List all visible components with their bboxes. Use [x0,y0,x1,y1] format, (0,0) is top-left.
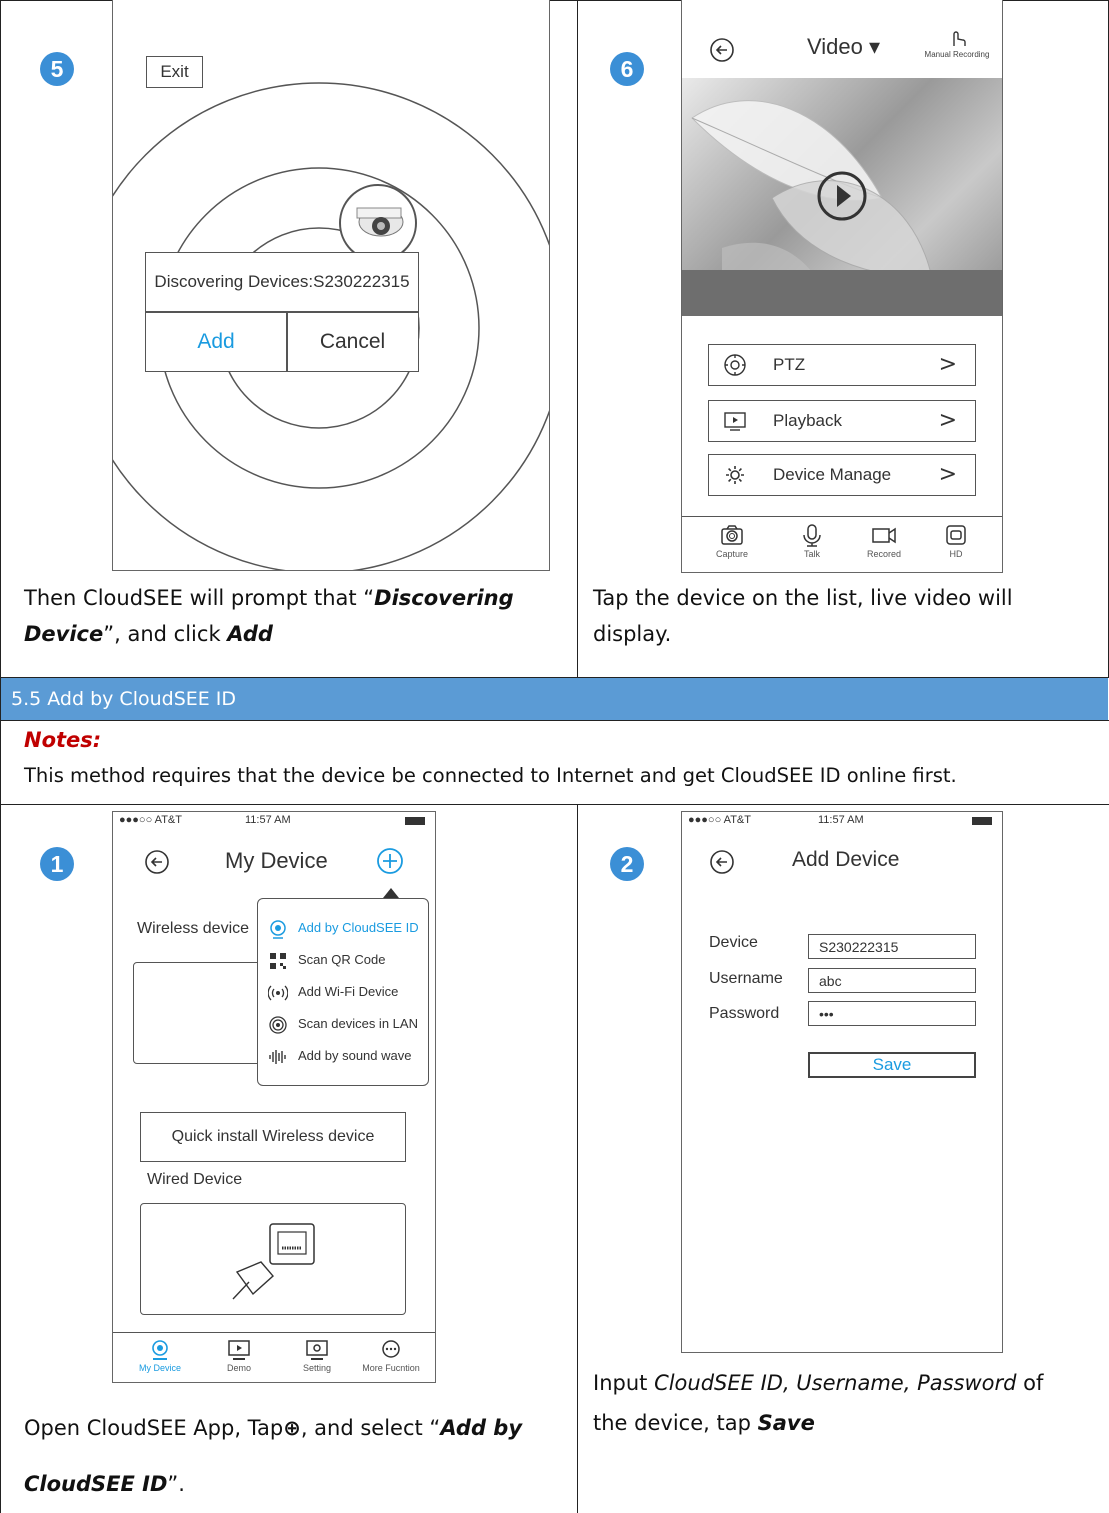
tab-demo[interactable]: Demo [209,1339,269,1373]
exit-button[interactable]: Exit [146,56,203,88]
device-manage-label: Device Manage [773,465,892,484]
add-device-dropdown: Add by CloudSEE ID Scan QR Code Add Wi-F… [257,898,429,1086]
step-number-1: 1 [40,847,74,881]
cancel-button[interactable]: Cancel [287,312,418,371]
qr-code-icon [270,953,286,969]
save-button[interactable]: Save [808,1052,976,1078]
chevron-right-icon: > [938,462,957,487]
sound-wave-icon [269,1050,286,1064]
discovering-dialog: Discovering Devices:S230222315 Add Cance… [145,252,419,372]
dropdown-item-add-by-cloudsee-id[interactable]: Add by CloudSEE ID [268,913,428,943]
section-title: 5.5 Add by CloudSEE ID [11,688,237,710]
more-icon [382,1340,400,1358]
dropdown-item-add-wifi-device[interactable]: Add Wi-Fi Device [268,977,428,1007]
playback-icon [228,1340,250,1360]
step1-caption: Open CloudSEE App, Tap⊕, and select “Add… [24,1416,523,1496]
dropdown-item-scan-devices-in-lan[interactable]: Scan devices in LAN [268,1009,428,1039]
playback-icon [724,412,746,431]
battery-icon [405,817,425,825]
username-field-label: Username [709,970,783,987]
ptz-row[interactable]: PTZ > [708,344,976,386]
bottom-toolbar: Capture Talk Recored HD [682,516,1002,572]
hd-icon [946,525,966,545]
section-header-bar: 5.5 Add by CloudSEE ID [1,678,1108,720]
webcam-icon [270,920,286,939]
username-field[interactable]: abc [808,968,976,993]
battery-icon [972,817,992,825]
back-arrow-icon[interactable] [708,848,736,876]
video-camera-icon [872,527,896,544]
discovering-text: Discovering Devices:S230222315 [154,272,410,291]
status-bar: ●●●○○ AT&T 11:57 AM [113,812,435,830]
step-number-6: 6 [610,52,644,86]
table-rule-3 [0,804,1109,805]
talk-tab[interactable]: Talk [782,523,842,559]
device-field[interactable]: S230222315 [808,934,976,959]
password-field[interactable]: ••• [808,1001,976,1026]
tab-my-device[interactable]: My Device [127,1339,193,1373]
step-number-2: 2 [610,847,644,881]
dropdown-item-add-by-sound-wave[interactable]: Add by sound wave [268,1041,428,1071]
page-title: My Device [225,848,328,873]
capture-tab[interactable]: Capture [702,523,762,559]
ptz-icon [724,354,746,376]
table-divider-top [577,0,578,677]
hand-pointer-icon[interactable] [946,26,968,50]
tab-more-function[interactable]: More Fucntion [351,1339,431,1373]
phone-video-screen: Video ▾ Manual Recording PTZ > Playback … [681,0,1003,573]
camera-icon [721,525,743,545]
webcam-icon [152,1340,168,1360]
add-circle-glyph: ⊕ [283,1416,301,1440]
wired-device-label: Wired Device [147,1171,243,1188]
wired-device-card[interactable] [140,1203,406,1315]
hd-tab[interactable]: HD [926,523,986,559]
ethernet-plug-icon [232,1223,315,1300]
chevron-right-icon: > [938,352,957,377]
dropdown-item-scan-qr-code[interactable]: Scan QR Code [268,945,428,975]
bottom-tab-bar: My Device Demo Setting More Fucntion [113,1332,435,1382]
phone-discovering-screen: Exit Discovering Devices:S230222315 Add … [112,0,550,571]
phone-my-device-screen: ●●●○○ AT&T 11:57 AM My Device Wireless d… [112,811,436,1383]
status-bar: ●●●○○ AT&T 11:57 AM [682,812,1002,830]
video-preview[interactable] [682,78,1002,316]
wireless-device-label: Wireless device [137,920,250,937]
playback-row[interactable]: Playback > [708,400,976,442]
gear-icon [306,1340,328,1360]
device-manage-row[interactable]: Device Manage > [708,454,976,496]
add-button[interactable]: Add [146,312,286,371]
page-title: Add Device [792,848,900,871]
tab-setting[interactable]: Setting [287,1339,347,1373]
wireless-device-card[interactable] [133,962,265,1064]
ptz-label: PTZ [773,355,806,374]
dropdown-caret [383,888,399,898]
step2-caption: Input CloudSEE ID, Username, Password of… [593,1371,1044,1435]
microphone-icon [803,524,821,547]
back-arrow-icon[interactable] [143,848,171,876]
manual-recording-label[interactable]: Manual Recording [914,50,1000,59]
camera-icon [339,184,417,262]
playback-label: Playback [773,411,842,430]
video-title[interactable]: Video ▾ [807,34,880,60]
notes-label: Notes: [24,728,102,752]
step5-caption: Then CloudSEE will prompt that “Discover… [24,586,514,646]
wifi-signal-icon [268,985,288,1001]
table-rule-2 [0,720,1109,721]
gear-icon [726,466,744,484]
device-field-label: Device [709,934,758,951]
notes-text: This method requires that the device be … [24,764,957,787]
chevron-right-icon: > [938,408,957,433]
video-controls-bar [682,270,1002,316]
quick-install-button[interactable]: Quick install Wireless device [140,1112,406,1162]
step6-caption: Tap the device on the list, live video w… [593,586,1013,646]
step-number-5: 5 [40,52,74,86]
password-field-label: Password [709,1005,780,1022]
table-divider-bottom [577,804,578,1513]
phone-add-device-screen: ●●●○○ AT&T 11:57 AM Add Device Device S2… [681,811,1003,1353]
back-arrow-icon[interactable] [708,36,736,64]
add-circle-icon[interactable] [375,846,405,876]
record-tab[interactable]: Recored [854,523,914,559]
play-icon[interactable] [816,170,868,222]
table-border-left [0,0,1,1513]
lan-scan-icon [269,1016,287,1034]
